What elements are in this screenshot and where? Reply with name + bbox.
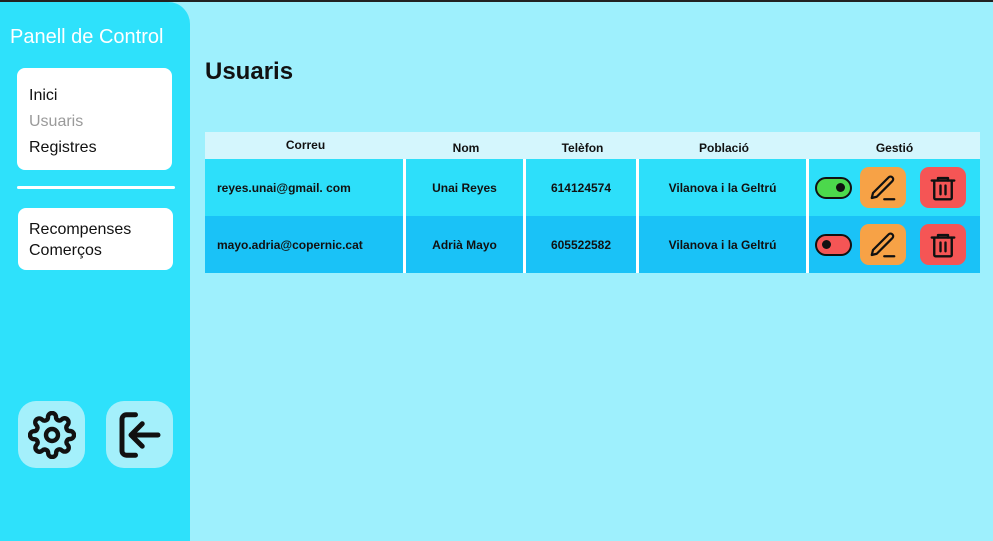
column-header-phone: Telèfon (561, 141, 604, 155)
nav-item-inici[interactable]: Inici (29, 83, 160, 109)
cell-name: Adrià Mayo (406, 216, 526, 273)
trash-icon (930, 176, 956, 200)
cell-city: Vilanova i la Geltrú (639, 216, 809, 273)
edit-button[interactable] (860, 224, 906, 265)
table-row: reyes.unai@gmail. com Unai Reyes 6141245… (205, 159, 980, 216)
secondary-nav: Recompenses Comerços (18, 208, 173, 270)
nav-item-registres[interactable]: Registres (29, 135, 160, 161)
column-header-email: Correu (285, 138, 326, 152)
cell-phone: 605522582 (526, 216, 639, 273)
edit-button[interactable] (860, 167, 906, 208)
pencil-icon (870, 231, 896, 257)
table-header: Correu Nom Telèfon Població Gestió (205, 132, 980, 159)
settings-button[interactable] (18, 401, 85, 468)
sidebar-divider (17, 186, 175, 189)
trash-icon (930, 233, 956, 257)
column-header-management: Gestió (875, 141, 914, 155)
cell-city: Vilanova i la Geltrú (639, 159, 809, 216)
cell-actions (809, 216, 980, 273)
table-row: mayo.adria@copernic.cat Adrià Mayo 60552… (205, 216, 980, 273)
logout-button[interactable] (106, 401, 173, 468)
nav-item-usuaris[interactable]: Usuaris (29, 109, 160, 135)
sidebar-title: Panell de Control (10, 26, 164, 48)
cell-actions (809, 159, 980, 216)
cell-name: Unai Reyes (406, 159, 526, 216)
delete-button[interactable] (920, 224, 966, 265)
nav-item-recompenses[interactable]: Recompenses (29, 219, 162, 240)
active-toggle[interactable] (815, 233, 852, 256)
toggle-knob (836, 182, 845, 192)
pencil-icon (870, 174, 896, 200)
logout-icon (119, 411, 160, 458)
nav-item-comercos[interactable]: Comerços (29, 240, 162, 261)
main-nav: Inici Usuaris Registres (17, 68, 172, 170)
cell-email: mayo.adria@copernic.cat (205, 216, 406, 273)
cell-phone: 614124574 (526, 159, 639, 216)
delete-button[interactable] (920, 167, 966, 208)
active-toggle[interactable] (815, 176, 852, 199)
sidebar: Panell de Control Inici Usuaris Registre… (0, 2, 190, 541)
toggle-knob (822, 239, 831, 249)
gear-icon (27, 410, 76, 459)
column-header-city: Població (698, 141, 749, 155)
cell-email: reyes.unai@gmail. com (205, 159, 406, 216)
page-title: Usuaris (205, 58, 294, 85)
users-table: Correu Nom Telèfon Població Gestió reyes… (205, 132, 980, 273)
column-header-name: Nom (452, 141, 480, 155)
